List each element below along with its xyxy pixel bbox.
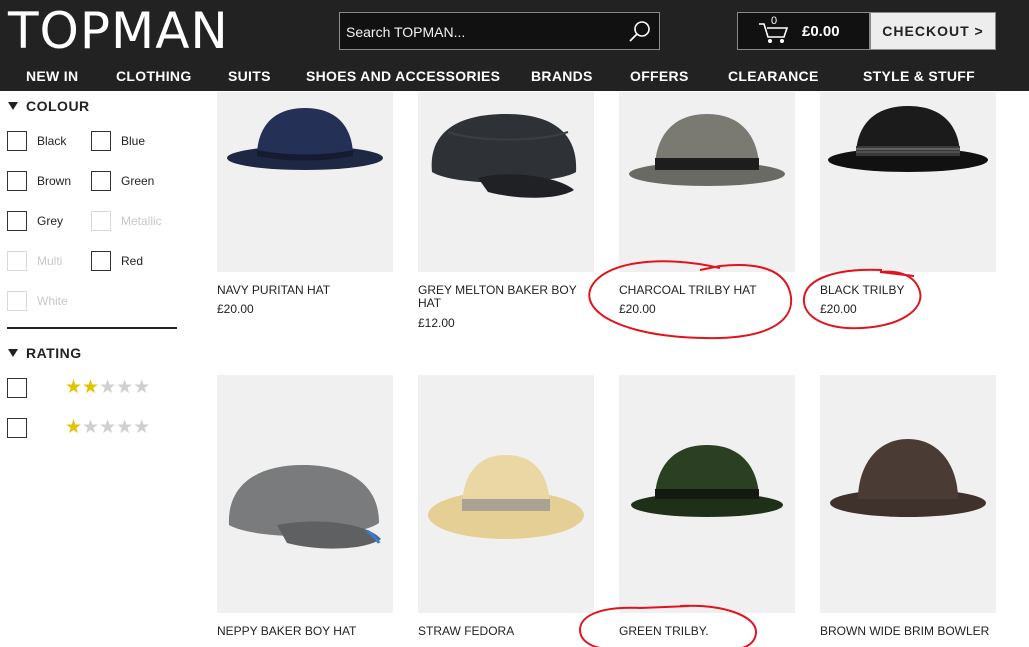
star-icon: ★ [65,377,83,398]
nav-new-in[interactable]: NEW IN [26,68,78,84]
colour-option-label: White [37,294,68,308]
product-image[interactable] [820,92,996,272]
checkbox [91,211,111,231]
search-input[interactable] [340,13,628,51]
main-nav: NEW IN CLOTHING SUITS SHOES AND ACCESSOR… [0,64,1029,91]
nav-style-and-stuff[interactable]: STYLE & STUFF [863,68,975,84]
search-button[interactable] [627,19,653,45]
checkbox[interactable] [7,378,27,398]
product-image[interactable] [217,92,393,272]
colour-option-label: Multi [37,254,63,268]
topman-logo[interactable]: TOPMAN [8,3,229,59]
straw-fedora-image [428,455,584,539]
product-name[interactable]: GREEN TRILBY. [619,625,795,638]
black-trilby-image [828,106,988,172]
cart-button[interactable]: 0 £0.00 [737,12,870,50]
green-trilby-image [631,445,783,517]
colour-option-label: Grey [37,214,64,228]
star-icon: ★ [99,377,117,398]
product-price: £20.00 [820,302,857,316]
checkbox[interactable] [7,418,27,438]
navy-puritan-hat-image [227,108,383,170]
product-price: £20.00 [619,302,656,316]
brown-wide-brim-bowler-image [830,439,986,517]
checkbox[interactable] [91,171,111,191]
product-image[interactable] [217,375,393,613]
checkbox[interactable] [91,251,111,271]
nav-shoes-and-accessories[interactable]: SHOES AND ACCESSORIES [306,68,500,84]
search-icon [629,21,650,42]
checkbox [7,251,27,271]
colour-option-label: Metallic [121,214,162,228]
grey-melton-baker-boy-hat-image [431,114,577,198]
product-name[interactable]: BLACK TRILBY [820,284,996,297]
top-bar: TOPMAN 0 £0.00 CHECKOUT > [0,0,1029,64]
colour-option-label: Red [121,254,144,268]
rating-filter-heading[interactable]: RATING [8,345,82,361]
star-rating: ★★★★★ [65,376,150,399]
colour-option-label: Blue [121,134,146,148]
colour-option-label: Green [121,174,155,188]
star-icon: ★ [65,417,83,438]
checkout-button[interactable]: CHECKOUT > [870,12,996,50]
product-name[interactable]: NEPPY BAKER BOY HAT [217,625,393,638]
nav-offers[interactable]: OFFERS [630,68,689,84]
product-image[interactable] [619,92,795,272]
nav-brands[interactable]: BRANDS [531,68,593,84]
star-icon: ★ [116,377,134,398]
product-price: £20.00 [217,302,254,316]
colour-option-label: Black [37,134,67,148]
star-icon: ★ [116,417,134,438]
product-image[interactable] [418,375,594,613]
checkbox[interactable] [91,131,111,151]
star-rating: ★★★★★ [65,416,150,439]
product-price: £12.00 [418,316,455,330]
product-name[interactable]: STRAW FEDORA [418,625,594,638]
colour-option-label: Brown [37,174,72,188]
nav-clothing[interactable]: CLOTHING [116,68,192,84]
neppy-baker-boy-hat-image [228,465,381,549]
cart-count: 0 [771,15,778,27]
charcoal-trilby-hat-image [629,114,785,186]
cart-total: £0.00 [802,23,840,40]
checkbox[interactable] [7,131,27,151]
product-image[interactable] [418,92,594,272]
product-name[interactable]: NAVY PURITAN HAT [217,284,393,297]
product-name[interactable]: CHARCOAL TRILBY HAT [619,284,795,297]
nav-suits[interactable]: SUITS [228,68,271,84]
star-icon: ★ [133,377,151,398]
product-name[interactable]: BROWN WIDE BRIM BOWLER [820,625,996,638]
star-icon: ★ [99,417,117,438]
star-icon: ★ [133,417,151,438]
product-image[interactable] [619,375,795,613]
star-icon: ★ [82,417,100,438]
collapse-triangle-icon [8,102,18,110]
star-icon: ★ [82,377,100,398]
colour-filter-heading[interactable]: COLOUR [8,98,90,114]
search-box [339,12,660,51]
product-image[interactable] [820,375,996,613]
filter-divider [7,327,177,329]
product-name[interactable]: GREY MELTON BAKER BOY HAT [418,284,594,310]
nav-clearance[interactable]: CLEARANCE [728,68,819,84]
checkbox[interactable] [7,211,27,231]
collapse-triangle-icon [8,349,18,357]
checkbox [7,291,27,311]
checkbox[interactable] [7,171,27,191]
